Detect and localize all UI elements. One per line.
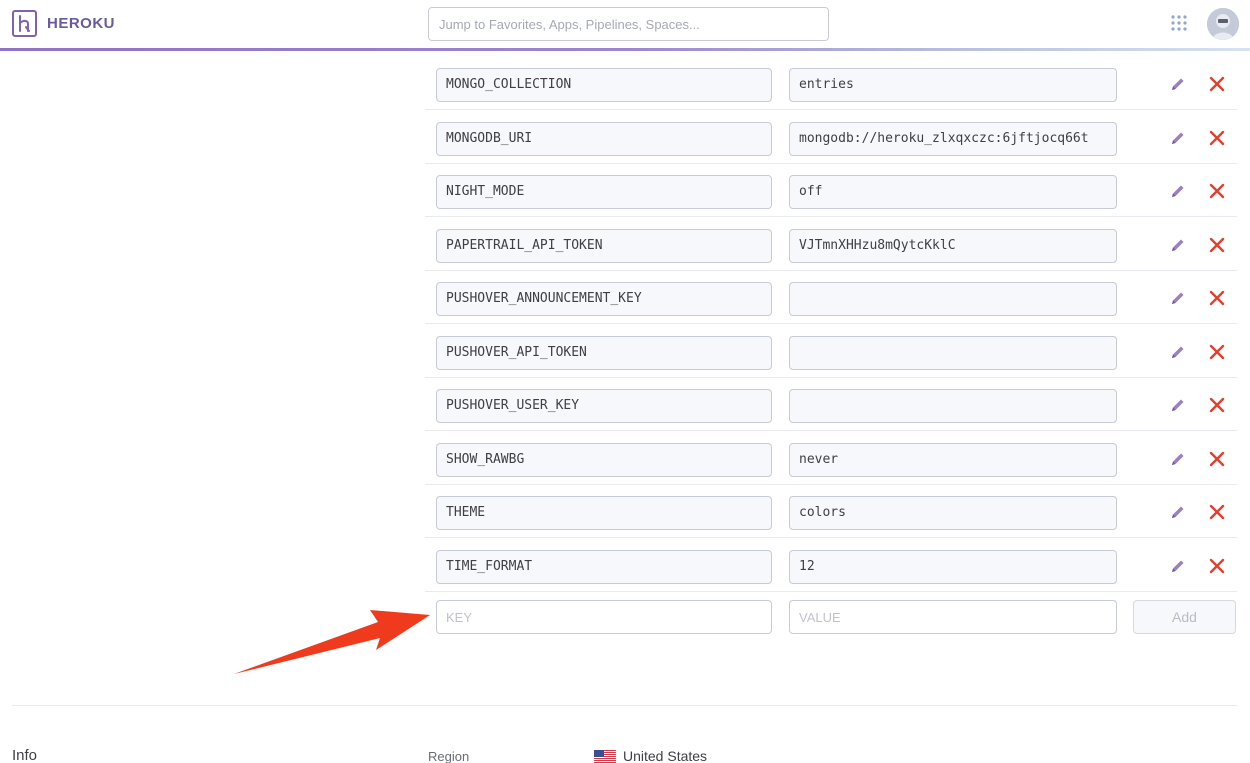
config-var-row: MONGO_COLLECTION entries	[425, 56, 1237, 110]
header-accent-line	[0, 48, 1250, 51]
config-value-field[interactable]: 12	[789, 549, 1117, 584]
config-value-field[interactable]	[789, 282, 1117, 316]
new-key-input[interactable]	[436, 600, 772, 634]
top-nav: HEROKU	[0, 0, 1250, 50]
config-var-row: MONGODB_URI mongodb://heroku_zlxqxczc:6jf…	[425, 110, 1237, 164]
config-var-row: THEME colors	[425, 484, 1237, 538]
add-button[interactable]: Add	[1133, 600, 1236, 634]
config-value-field[interactable]: never	[789, 442, 1117, 477]
config-key-field[interactable]: PUSHOVER_API_TOKEN	[436, 335, 772, 370]
config-value-field[interactable]: entries	[789, 68, 1117, 102]
close-icon[interactable]	[1208, 450, 1226, 468]
config-value-field[interactable]: mongodb://heroku_zlxqxczc:6jftjocq66t	[789, 121, 1117, 156]
config-var-row: SHOW_RAWBG never	[425, 431, 1237, 485]
close-icon[interactable]	[1208, 557, 1226, 575]
config-key-field[interactable]: NIGHT_MODE	[436, 175, 772, 209]
config-var-row: PAPERTRAIL_API_TOKEN VJTmnXHHzu8mQytcKklC	[425, 217, 1237, 271]
heroku-logo-icon[interactable]	[12, 10, 37, 37]
config-key-field[interactable]: TIME_FORMAT	[436, 549, 772, 584]
pencil-icon[interactable]	[1170, 183, 1186, 199]
config-var-row: NIGHT_MODE off	[425, 163, 1237, 217]
config-var-row: TIME_FORMAT 12	[425, 538, 1237, 592]
pencil-icon[interactable]	[1170, 397, 1186, 413]
pencil-icon[interactable]	[1170, 237, 1186, 253]
config-value-field[interactable]: off	[789, 175, 1117, 209]
pencil-icon[interactable]	[1170, 130, 1186, 146]
close-icon[interactable]	[1208, 129, 1226, 147]
close-icon[interactable]	[1208, 343, 1226, 361]
config-value-field[interactable]: VJTmnXHHzu8mQytcKklC	[789, 228, 1117, 263]
section-divider	[12, 705, 1237, 706]
close-icon[interactable]	[1208, 236, 1226, 254]
new-value-input[interactable]	[789, 600, 1117, 634]
region-value: United States	[623, 748, 708, 763]
brand-name[interactable]: HEROKU	[47, 15, 115, 32]
pencil-icon[interactable]	[1170, 344, 1186, 360]
config-var-row: PUSHOVER_API_TOKEN	[425, 324, 1237, 378]
avatar[interactable]	[1207, 8, 1239, 40]
close-icon[interactable]	[1208, 75, 1226, 93]
pencil-icon[interactable]	[1170, 76, 1186, 92]
close-icon[interactable]	[1208, 396, 1226, 414]
pencil-icon[interactable]	[1170, 558, 1186, 574]
close-icon[interactable]	[1208, 182, 1226, 200]
config-var-row: PUSHOVER_USER_KEY	[425, 377, 1237, 431]
config-key-field[interactable]: PUSHOVER_ANNOUNCEMENT_KEY	[436, 282, 772, 316]
config-key-field[interactable]: MONGODB_URI	[436, 121, 772, 156]
search-input[interactable]	[428, 7, 829, 41]
config-var-row: PUSHOVER_ANNOUNCEMENT_KEY	[425, 270, 1237, 324]
config-value-field[interactable]	[789, 335, 1117, 370]
config-key-field[interactable]: THEME	[436, 496, 772, 530]
close-icon[interactable]	[1208, 503, 1226, 521]
pencil-icon[interactable]	[1170, 290, 1186, 306]
arrow-annotation	[234, 610, 430, 674]
apps-grid-icon[interactable]	[1171, 15, 1187, 31]
us-flag-icon	[594, 750, 616, 763]
config-key-field[interactable]: MONGO_COLLECTION	[436, 68, 772, 102]
config-key-field[interactable]: PAPERTRAIL_API_TOKEN	[436, 228, 772, 263]
config-value-field[interactable]	[789, 389, 1117, 423]
pencil-icon[interactable]	[1170, 504, 1186, 520]
config-value-field[interactable]: colors	[789, 496, 1117, 530]
config-key-field[interactable]: PUSHOVER_USER_KEY	[436, 389, 772, 423]
pencil-icon[interactable]	[1170, 451, 1186, 467]
config-key-field[interactable]: SHOW_RAWBG	[436, 442, 772, 477]
close-icon[interactable]	[1208, 289, 1226, 307]
region-label: Region	[428, 749, 470, 763]
info-section-label: Info	[12, 747, 38, 763]
new-config-var-row: Add	[425, 594, 1237, 648]
